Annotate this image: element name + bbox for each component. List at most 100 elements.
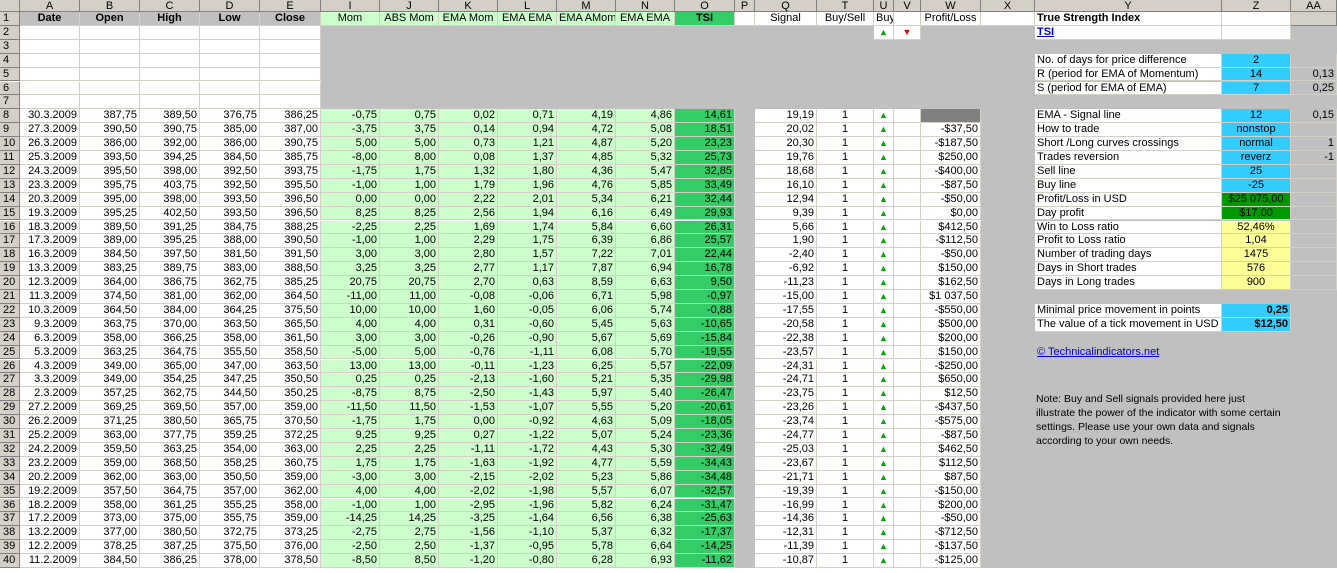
column-header-i[interactable]: I [321, 0, 380, 12]
cell-bs[interactable]: 1 [817, 498, 874, 513]
cell-pl[interactable]: $250,00 [921, 151, 981, 165]
cell-pl[interactable]: $87,50 [921, 470, 981, 485]
row-header[interactable]: 40 [0, 554, 20, 568]
cell-emam[interactable]: -1,37 [439, 540, 498, 555]
cell-emaa[interactable]: 6,56 [557, 512, 616, 527]
empty-cell[interactable] [894, 276, 921, 290]
column-header-a[interactable]: A [20, 0, 80, 12]
row-header[interactable]: 23 [0, 317, 20, 332]
cell-emae2[interactable]: 5,09 [616, 415, 675, 429]
cell-open[interactable]: 378,25 [80, 540, 140, 555]
cell-open[interactable]: 359,00 [80, 456, 140, 471]
cell-sig[interactable]: -16,99 [755, 498, 817, 513]
cell-mom[interactable]: 4,00 [321, 484, 380, 499]
cell-sig[interactable]: 20,30 [755, 137, 817, 151]
row-header[interactable]: 12 [0, 164, 20, 179]
cell-low[interactable]: 393,50 [200, 206, 260, 221]
row-header[interactable]: 27 [0, 373, 20, 388]
cell-emam[interactable]: -1,11 [439, 442, 498, 457]
cell-open[interactable]: 373,00 [80, 512, 140, 527]
empty-cell[interactable] [260, 81, 321, 96]
cell-emam[interactable]: 2,29 [439, 234, 498, 249]
cell-emam[interactable]: 2,56 [439, 206, 498, 221]
row-header[interactable]: 36 [0, 498, 20, 513]
cell-date[interactable]: 10.3.2009 [20, 303, 80, 318]
cell-emam[interactable]: 0,00 [439, 415, 498, 429]
cell-emae2[interactable]: 5,40 [616, 387, 675, 402]
cell-pl[interactable]: -$150,00 [921, 484, 981, 499]
cell-mom[interactable]: -1,75 [321, 164, 380, 179]
cell-open[interactable]: 384,50 [80, 554, 140, 568]
tick-value-input[interactable]: $12,50 [1222, 317, 1291, 332]
tick-value-input[interactable]: 0,25 [1222, 303, 1291, 318]
empty-cell[interactable] [140, 53, 200, 68]
cell-tsi[interactable]: 25,57 [675, 234, 735, 249]
cell-emae[interactable]: -0,90 [498, 331, 557, 346]
cell-tsi[interactable]: 14,61 [675, 109, 735, 124]
cell-pl[interactable]: -$187,50 [921, 137, 981, 151]
cell-sig[interactable]: -21,71 [755, 470, 817, 485]
row-header[interactable]: 2 [0, 25, 20, 40]
cell-emae[interactable]: 2,01 [498, 192, 557, 207]
cell-bs[interactable]: 1 [817, 540, 874, 555]
cell-emam[interactable]: -2,50 [439, 387, 498, 402]
cell-emae[interactable]: 1,96 [498, 178, 557, 193]
cell-emam[interactable]: 0,14 [439, 123, 498, 138]
cell-sig[interactable]: -12,31 [755, 526, 817, 541]
cell-emam[interactable]: 0,31 [439, 317, 498, 332]
empty-cell[interactable] [894, 442, 921, 457]
cell-pl[interactable]: $150,00 [921, 262, 981, 277]
cell-emam[interactable]: 0,02 [439, 109, 498, 124]
cell-high[interactable]: 354,25 [140, 373, 200, 388]
tsi-link[interactable]: TSI [1035, 25, 1222, 40]
cell-close[interactable]: 393,75 [260, 164, 321, 179]
cell-sig[interactable]: 1,90 [755, 234, 817, 249]
empty-cell[interactable] [20, 81, 80, 96]
cell-abs[interactable]: 2,75 [380, 526, 439, 541]
cell-close[interactable]: 364,50 [260, 290, 321, 304]
cell-emae2[interactable]: 5,70 [616, 345, 675, 360]
cell-emam[interactable]: 1,69 [439, 220, 498, 235]
cell-emaa[interactable]: 5,55 [557, 401, 616, 416]
cell-sig[interactable]: -24,77 [755, 429, 817, 443]
cell-bs[interactable]: 1 [817, 178, 874, 193]
cell-emaa[interactable]: 7,22 [557, 248, 616, 263]
cell-sig[interactable]: -10,87 [755, 554, 817, 568]
cell-date[interactable]: 11.2.2009 [20, 554, 80, 568]
empty-cell[interactable] [200, 95, 260, 110]
cell-date[interactable]: 17.3.2009 [20, 234, 80, 249]
column-header-u[interactable]: U [874, 0, 894, 12]
cell-open[interactable]: 371,25 [80, 415, 140, 429]
column-header-x[interactable]: X [981, 0, 1035, 12]
cell-tsi[interactable]: -14,25 [675, 540, 735, 555]
cell-mom[interactable]: -1,00 [321, 234, 380, 249]
empty-cell[interactable] [20, 25, 80, 40]
cell-sig[interactable]: -19,39 [755, 484, 817, 499]
cell-open[interactable]: 359,50 [80, 442, 140, 457]
empty-cell[interactable] [894, 498, 921, 513]
cell-mom[interactable]: 8,25 [321, 206, 380, 221]
empty-cell[interactable] [894, 303, 921, 318]
cell-high[interactable]: 387,25 [140, 540, 200, 555]
row-header[interactable]: 37 [0, 512, 20, 527]
cell-sig[interactable]: 19,19 [755, 109, 817, 124]
cell-high[interactable]: 381,00 [140, 290, 200, 304]
cell-pl[interactable]: $462,50 [921, 442, 981, 457]
empty-cell[interactable] [200, 67, 260, 82]
cell-emam[interactable]: -2,15 [439, 470, 498, 485]
row-header[interactable]: 26 [0, 359, 20, 374]
cell-sig[interactable]: -23,75 [755, 387, 817, 402]
column-header-p[interactable]: P [735, 0, 755, 12]
cell-emaa[interactable]: 5,97 [557, 387, 616, 402]
cell-bs[interactable]: 1 [817, 303, 874, 318]
cell-emam[interactable]: -2,02 [439, 484, 498, 499]
cell-tsi[interactable]: -10,65 [675, 317, 735, 332]
row-header[interactable]: 11 [0, 151, 20, 165]
cell-open[interactable]: 395,75 [80, 178, 140, 193]
row-header[interactable]: 3 [0, 39, 20, 54]
cell-low[interactable]: 372,75 [200, 526, 260, 541]
empty-cell[interactable] [894, 164, 921, 179]
cell-abs[interactable]: 1,00 [380, 178, 439, 193]
empty-cell[interactable] [260, 67, 321, 82]
empty-cell[interactable] [80, 39, 140, 54]
